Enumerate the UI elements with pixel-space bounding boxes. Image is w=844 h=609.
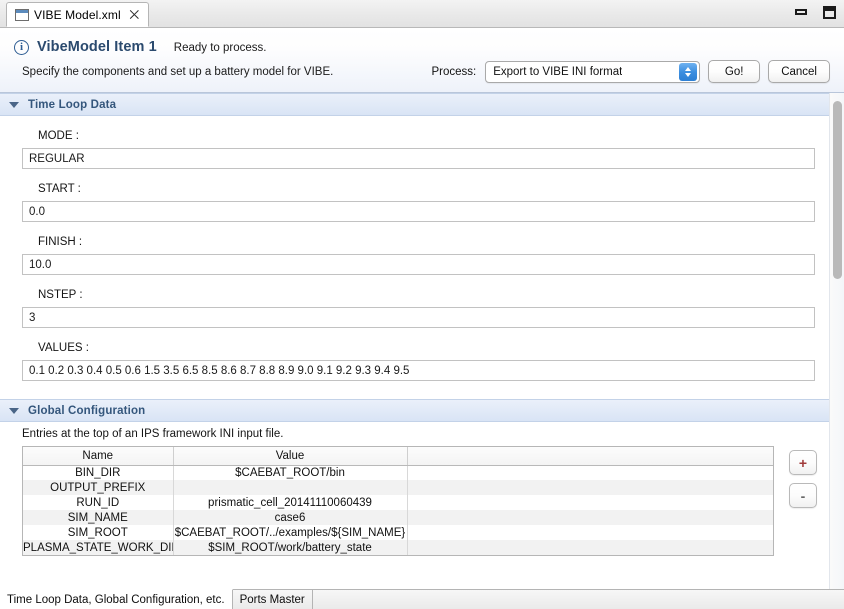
minimize-button[interactable] — [792, 3, 810, 21]
form-body: Time Loop Data MODE : REGULAR START : 0.… — [0, 93, 844, 589]
form-header-banner: i VibeModel Item 1 Ready to process. Spe… — [0, 28, 844, 93]
minimize-icon — [795, 9, 807, 15]
cell-extra — [407, 540, 773, 555]
table-header-row: Name Value — [23, 447, 773, 466]
field-input-nstep[interactable]: 3 — [22, 307, 815, 328]
maximize-button[interactable] — [820, 3, 838, 21]
cell-extra — [407, 480, 773, 495]
cell-name: SIM_NAME — [23, 510, 174, 525]
field-label-nstep: NSTEP : — [38, 289, 83, 301]
process-select[interactable]: Export to VIBE INI format — [485, 60, 701, 83]
tab-ports-master[interactable]: Ports Master — [232, 590, 313, 609]
global-configuration-table[interactable]: Name Value BIN_DIR $CAEBAT_ROOT/bin OUTP… — [22, 446, 774, 556]
page-title: VibeModel Item 1 — [37, 39, 157, 55]
cell-value: prismatic_cell_20141110060439 — [173, 495, 408, 510]
global-configuration-table-area: Name Value BIN_DIR $CAEBAT_ROOT/bin OUTP… — [0, 446, 829, 556]
section-time-loop-data: Time Loop Data MODE : REGULAR START : 0.… — [0, 93, 829, 399]
header-title-row: i VibeModel Item 1 Ready to process. — [0, 28, 844, 62]
chevron-down-icon[interactable] — [9, 101, 19, 108]
cell-value: $CAEBAT_ROOT/../examples/${SIM_NAME} — [173, 525, 408, 540]
cell-extra — [407, 465, 773, 480]
cell-value: $SIM_ROOT/work/battery_state — [173, 540, 408, 555]
table-row[interactable]: OUTPUT_PREFIX — [23, 480, 773, 495]
section-title-time-loop-data: Time Loop Data — [28, 98, 117, 111]
field-finish: FINISH : 10.0 — [0, 222, 829, 275]
cell-name: PLASMA_STATE_WORK_DIR — [23, 540, 174, 555]
go-button[interactable]: Go! — [708, 60, 761, 83]
column-header-name[interactable]: Name — [23, 447, 174, 466]
vertical-scrollbar-thumb[interactable] — [833, 101, 842, 279]
field-input-values[interactable]: 0.1 0.2 0.3 0.4 0.5 0.6 1.5 3.5 6.5 8.5 … — [22, 360, 815, 381]
cell-name: SIM_ROOT — [23, 525, 174, 540]
cell-name: RUN_ID — [23, 495, 174, 510]
section-global-configuration: Global Configuration Entries at the top … — [0, 399, 829, 556]
process-label: Process: — [431, 65, 477, 78]
field-nstep: NSTEP : 3 — [0, 275, 829, 328]
minus-icon: - — [800, 487, 806, 504]
cell-value: case6 — [173, 510, 408, 525]
field-start: START : 0.0 — [0, 169, 829, 222]
plus-icon: + — [798, 454, 808, 471]
header-second-row: Specify the components and set up a batt… — [0, 60, 844, 92]
cell-extra — [407, 495, 773, 510]
form-scroll-area: Time Loop Data MODE : REGULAR START : 0.… — [0, 93, 829, 589]
process-select-value: Export to VIBE INI format — [493, 65, 623, 78]
editor-tab-label: VIBE Model.xml — [34, 7, 121, 22]
section-title-global-configuration: Global Configuration — [28, 404, 146, 417]
field-input-finish[interactable]: 10.0 — [22, 254, 815, 275]
field-input-mode[interactable]: REGULAR — [22, 148, 815, 169]
info-icon: i — [14, 39, 29, 55]
table-row[interactable]: RUN_ID prismatic_cell_20141110060439 — [23, 495, 773, 510]
field-label-mode: MODE : — [38, 130, 79, 142]
status-text: Ready to process. — [173, 42, 267, 54]
process-toolbar: Process: Export to VIBE INI format Go! C… — [431, 60, 830, 83]
chevron-updown-icon[interactable] — [679, 62, 698, 81]
table-row[interactable]: BIN_DIR $CAEBAT_ROOT/bin — [23, 465, 773, 480]
editor-tab-vibe-model[interactable]: VIBE Model.xml ⨉ — [6, 2, 149, 27]
column-header-extra[interactable] — [407, 447, 773, 466]
vertical-scrollbar[interactable] — [829, 93, 844, 589]
section-body-time-loop-data: MODE : REGULAR START : 0.0 FINISH : 10.0… — [0, 116, 829, 399]
field-label-finish: FINISH : — [38, 236, 83, 248]
section-body-global-configuration: Entries at the top of an IPS framework I… — [0, 422, 829, 556]
remove-row-button[interactable]: - — [789, 483, 817, 508]
field-label-start: START : — [38, 183, 81, 195]
cell-name: BIN_DIR — [23, 465, 174, 480]
cell-value: $CAEBAT_ROOT/bin — [173, 465, 408, 480]
tab-time-loop-data-global-configuration[interactable]: Time Loop Data, Global Configuration, et… — [0, 589, 233, 609]
cell-extra — [407, 510, 773, 525]
header-description: Specify the components and set up a batt… — [22, 66, 334, 78]
maximize-icon — [822, 5, 836, 19]
cell-name: OUTPUT_PREFIX — [23, 480, 174, 495]
cell-value — [173, 480, 408, 495]
field-values: VALUES : 0.1 0.2 0.3 0.4 0.5 0.6 1.5 3.5… — [0, 328, 829, 381]
eclipse-form-editor-window: VIBE Model.xml ⨉ i VibeModel Item 1 Read… — [0, 0, 844, 609]
title-bar: VIBE Model.xml ⨉ — [0, 0, 844, 28]
add-row-button[interactable]: + — [789, 450, 817, 475]
section-header-global-configuration[interactable]: Global Configuration — [0, 399, 829, 422]
xml-file-icon — [15, 8, 29, 21]
table-row[interactable]: SIM_NAME case6 — [23, 510, 773, 525]
field-mode: MODE : REGULAR — [0, 116, 829, 169]
global-configuration-description: Entries at the top of an IPS framework I… — [22, 428, 284, 440]
section-header-time-loop-data[interactable]: Time Loop Data — [0, 93, 829, 116]
field-label-values: VALUES : — [38, 342, 89, 354]
chevron-down-icon[interactable] — [9, 407, 19, 414]
table-row[interactable]: PLASMA_STATE_WORK_DIR $SIM_ROOT/work/bat… — [23, 540, 773, 555]
column-header-value[interactable]: Value — [173, 447, 408, 466]
bottom-tab-filler — [312, 590, 844, 609]
cancel-button[interactable]: Cancel — [768, 60, 830, 83]
window-controls — [792, 3, 838, 21]
field-input-start[interactable]: 0.0 — [22, 201, 815, 222]
close-icon[interactable]: ⨉ — [128, 8, 141, 21]
cell-extra — [407, 525, 773, 540]
table-row[interactable]: SIM_ROOT $CAEBAT_ROOT/../examples/${SIM_… — [23, 525, 773, 540]
table-side-buttons: + - — [789, 446, 817, 508]
bottom-tab-bar: Time Loop Data, Global Configuration, et… — [0, 589, 844, 609]
